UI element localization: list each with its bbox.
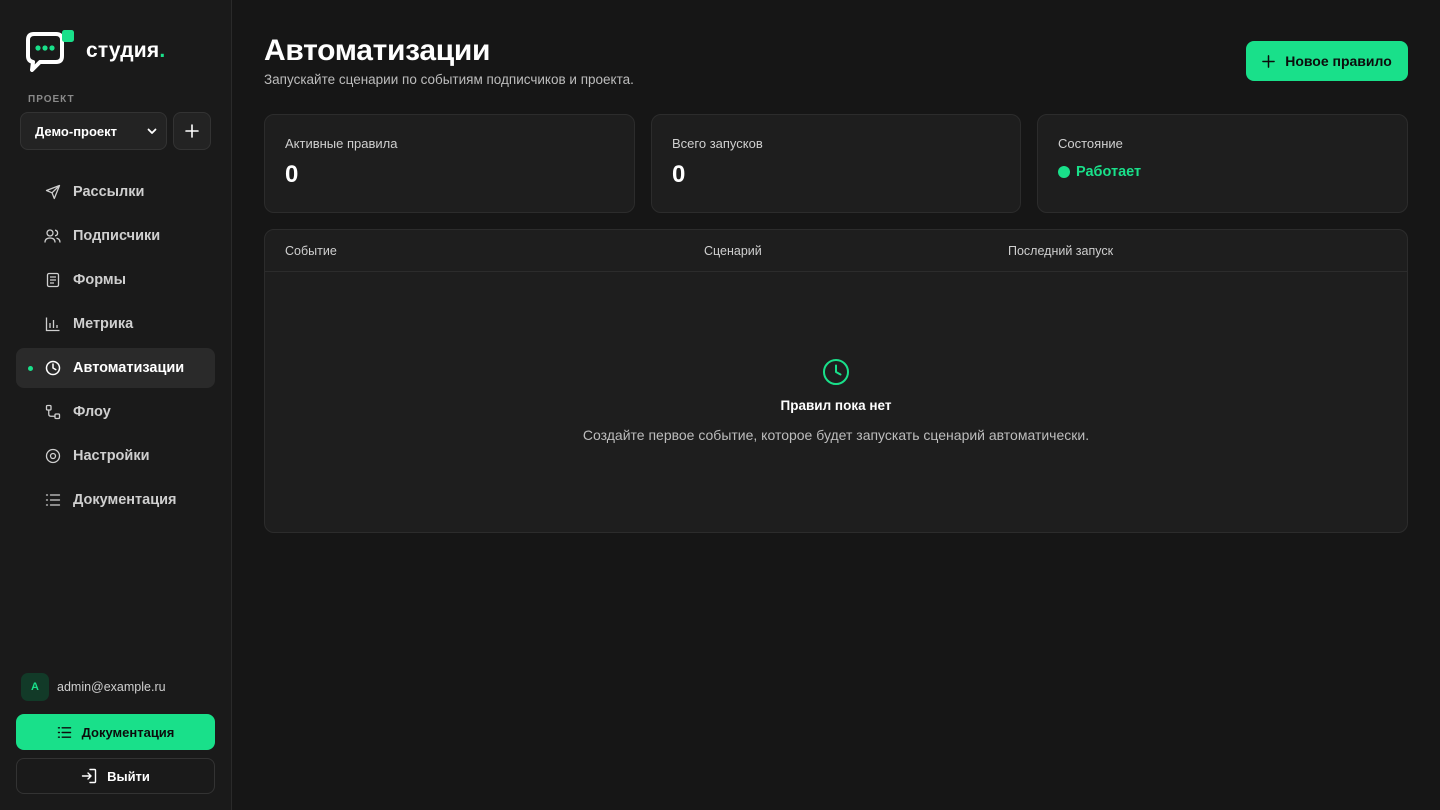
logo[interactable]: студия. [26,30,165,72]
list-icon [44,492,61,509]
status-text: Работает [1076,164,1142,180]
list-icon [57,726,72,739]
sidebar-item-automations[interactable]: Автоматизации [16,348,215,388]
logo-chat-icon [26,30,74,72]
empty-state-title: Правил пока нет [780,398,892,413]
sidebar-item-label: Флоу [73,404,111,420]
logout-button-label: Выйти [107,768,150,784]
chevron-down-icon [147,128,157,134]
rules-table: Событие Сценарий Последний запуск Правил… [264,229,1408,533]
stat-value: 0 [672,161,686,188]
bar-chart-icon [44,316,61,333]
stat-value: 0 [285,161,299,188]
sidebar-item-label: Настройки [73,448,150,464]
project-label: ПРОЕКТ [28,94,75,105]
sidebar-item-label: Подписчики [73,228,161,244]
stat-label: Состояние [1058,136,1123,151]
add-project-button[interactable] [173,112,211,150]
users-icon [44,228,61,245]
status-badge: Работает [1058,164,1387,180]
sidebar-item-metrics[interactable]: Метрика [16,304,215,344]
sidebar-item-label: Документация [73,492,177,508]
stat-label: Всего запусков [672,136,763,151]
clock-icon [44,360,61,377]
plus-icon [1262,54,1276,68]
form-icon [44,272,61,289]
project-select-value: Демо-проект [35,123,118,139]
sidebar-item-flow[interactable]: Флоу [16,392,215,432]
settings-icon [44,448,61,465]
documentation-button-label: Документация [81,724,175,740]
stat-card-state: Состояние Работает [1037,114,1408,213]
logout-icon [81,768,97,784]
sidebar: студия. ПРОЕКТ Демо-проект Рассылки Подп… [0,0,232,810]
stat-card-active-rules: Активные правила 0 [264,114,635,213]
sidebar-item-label: Рассылки [73,184,145,200]
plus-icon [185,124,199,138]
project-select[interactable]: Демо-проект [20,112,167,150]
column-header-event[interactable]: Событие [285,244,337,258]
table-header: Событие Сценарий Последний запуск [265,230,1407,272]
logo-text: студия. [86,39,166,62]
new-rule-button-label: Новое правило [1285,53,1392,69]
sidebar-item-label: Метрика [73,316,134,332]
sidebar-item-mailings[interactable]: Рассылки [16,172,215,212]
new-rule-button[interactable]: Новое правило [1246,41,1408,81]
avatar: A [21,673,49,701]
sidebar-item-label: Формы [73,272,127,288]
sidebar-item-docs[interactable]: Документация [16,480,215,520]
logout-button[interactable]: Выйти [16,758,215,794]
column-header-scenario[interactable]: Сценарий [704,244,762,258]
flow-icon [44,404,61,421]
documentation-button[interactable]: Документация [16,714,215,750]
sidebar-item-forms[interactable]: Формы [16,260,215,300]
active-indicator [28,366,33,371]
status-dot [1058,166,1070,178]
user-info: A admin@example.ru [21,673,166,701]
column-header-last-run[interactable]: Последний запуск [1008,244,1113,258]
clock-icon [265,358,1407,386]
user-email: admin@example.ru [57,680,166,694]
sidebar-item-label: Автоматизации [73,360,185,376]
empty-state-text: Создайте первое событие, которое будет з… [582,427,1090,443]
send-icon [44,184,61,201]
sidebar-item-settings[interactable]: Настройки [16,436,215,476]
page-title: Автоматизации [264,34,491,67]
empty-state: Правил пока нет Создайте первое событие,… [265,358,1407,443]
sidebar-item-subscribers[interactable]: Подписчики [16,216,215,256]
stat-card-total-runs: Всего запусков 0 [651,114,1021,213]
stat-label: Активные правила [285,136,398,151]
sidebar-nav: Рассылки Подписчики Формы Метрика Автома… [16,172,215,524]
page-subtitle: Запускайте сценарии по событиям подписчи… [264,72,634,87]
